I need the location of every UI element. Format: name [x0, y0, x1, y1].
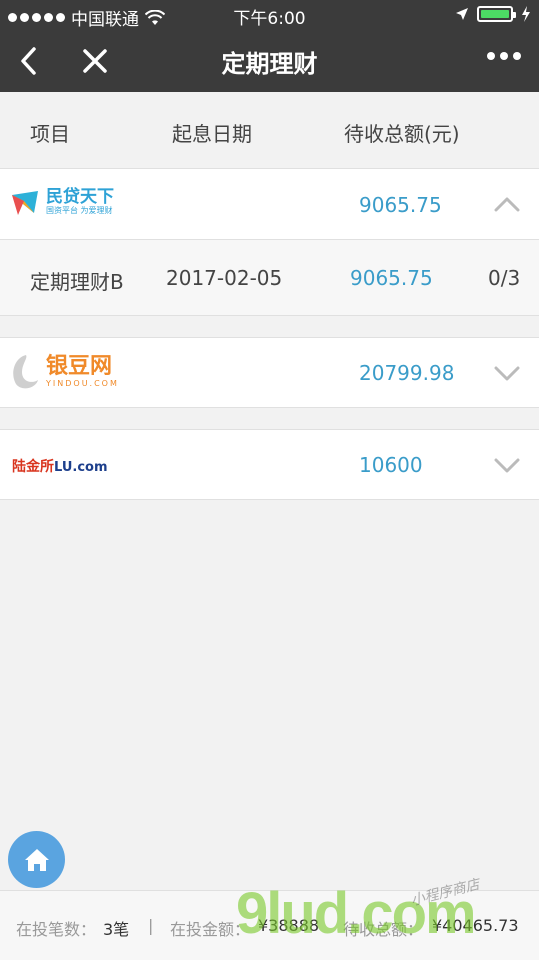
yindou-logo-icon — [13, 355, 39, 389]
header-amount: 待收总额(元) — [344, 122, 460, 146]
investment-progress: 0/3 — [488, 266, 521, 290]
invest-label: 在投金额： — [170, 920, 251, 939]
invest-value: ¥38888 — [258, 916, 320, 935]
chevron-down-icon[interactable] — [493, 365, 521, 383]
home-icon — [24, 848, 49, 871]
status-bar: 中国联通 下午6:00 — [0, 0, 539, 30]
lufax-logo-sub: LU.com — [54, 460, 108, 475]
page-title: 定期理财 — [221, 50, 318, 78]
mindai-logo-sub: 国资平台 为爱理财 — [46, 206, 113, 215]
investment-amount: 9065.75 — [350, 266, 433, 290]
investment-row[interactable]: 定期理财B 2017-02-05 9065.75 0/3 — [0, 240, 539, 316]
platform-row-lufax[interactable]: 陆金所 LU.com 10600 — [0, 429, 539, 500]
count-label: 在投笔数： — [16, 920, 97, 939]
platform-amount: 10600 — [359, 453, 423, 477]
charging-icon — [522, 6, 530, 22]
summary-footer: 在投笔数： 3笔 | 在投金额： ¥38888 待收总额： ¥40465.73 — [0, 890, 539, 960]
pending-label: 待收总额： — [343, 920, 424, 939]
location-arrow-icon — [456, 8, 468, 20]
chevron-down-icon[interactable] — [493, 457, 521, 475]
chevron-up-icon[interactable] — [493, 195, 521, 213]
mindai-logo: 民贷天下 国资平台 为爱理财 — [10, 187, 114, 217]
investment-name: 定期理财B — [30, 270, 124, 294]
footer-separator: | — [148, 916, 154, 935]
lufax-logo: 陆金所 LU.com — [12, 456, 108, 476]
pending-value: ¥40465.73 — [432, 916, 519, 935]
platform-row-mindai[interactable]: 民贷天下 国资平台 为爱理财 9065.75 — [0, 168, 539, 240]
lufax-logo-text: 陆金所 — [12, 459, 54, 475]
battery-icon — [477, 6, 516, 22]
investment-date: 2017-02-05 — [166, 266, 283, 290]
platform-row-yindou[interactable]: 银豆网 YINDOU.COM 20799.98 — [0, 337, 539, 408]
mindai-logo-icon — [12, 191, 38, 215]
table-header: 项目 起息日期 待收总额(元) — [0, 92, 539, 168]
platform-amount: 9065.75 — [359, 193, 442, 217]
mindai-logo-text: 民贷天下 — [46, 187, 114, 207]
yindou-logo-text: 银豆网 — [46, 354, 113, 379]
home-button[interactable] — [8, 831, 65, 888]
yindou-logo: 银豆网 YINDOU.COM — [10, 352, 119, 392]
yindou-logo-sub: YINDOU.COM — [46, 379, 119, 388]
header-project: 项目 — [30, 122, 70, 146]
count-value: 3笔 — [103, 920, 130, 939]
nav-bar: 定期理财 — [0, 30, 539, 92]
more-icon[interactable] — [487, 52, 521, 60]
platform-amount: 20799.98 — [359, 361, 455, 385]
header-start-date: 起息日期 — [172, 122, 252, 146]
